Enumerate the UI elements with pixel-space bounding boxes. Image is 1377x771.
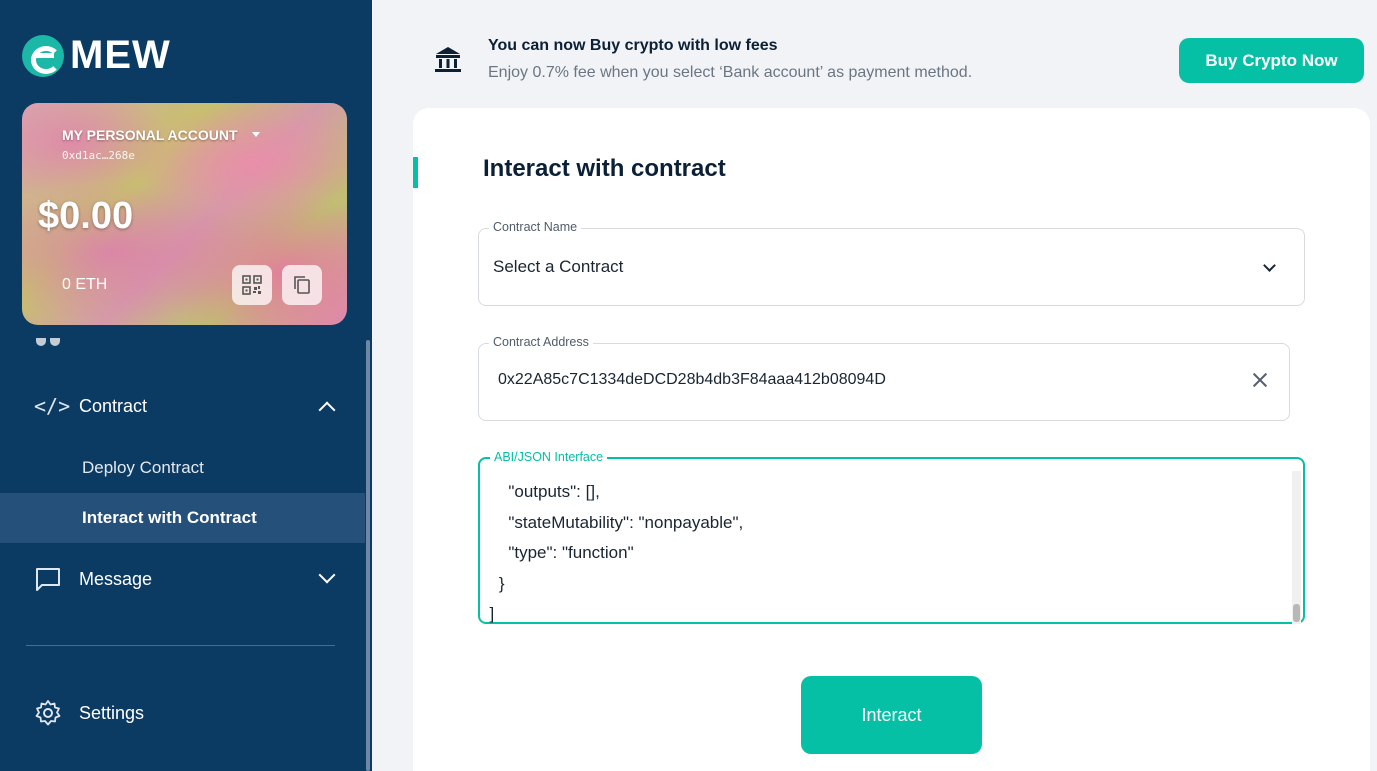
caret-down-icon[interactable]	[252, 132, 260, 137]
contract-address-field[interactable]: Contract Address	[478, 335, 1290, 421]
sidebar-item-label: Contract	[79, 395, 148, 416]
sidebar-item-contract[interactable]: </> Contract	[0, 382, 365, 430]
banner-subtitle: Enjoy 0.7% fee when you select ‘Bank acc…	[488, 64, 973, 81]
account-card: MY PERSONAL ACCOUNT 0xd1ac…268e $0.00 0 …	[22, 103, 347, 325]
account-address: 0xd1ac…268e	[62, 149, 135, 162]
copy-address-button[interactable]	[282, 265, 322, 305]
field-label: Contract Name	[489, 220, 582, 234]
hidden-nav-item-icon	[36, 333, 66, 346]
bank-icon	[435, 47, 461, 72]
sidebar-item-deploy-contract[interactable]: Deploy Contract	[0, 443, 365, 493]
contract-address-input[interactable]	[498, 371, 1218, 389]
page-title: Interact with contract	[483, 155, 726, 182]
close-icon[interactable]	[1251, 371, 1269, 389]
contract-name-select[interactable]: Contract Name Select a Contract	[478, 220, 1305, 306]
sidebar-item-label: Message	[79, 568, 153, 589]
chat-icon	[36, 568, 60, 591]
banner-title: You can now Buy crypto with low fees	[488, 37, 778, 54]
account-balance-usd: $0.00	[38, 195, 134, 237]
sidebar-item-label: Deploy Contract	[82, 458, 204, 477]
account-balance-eth: 0 ETH	[62, 276, 108, 293]
qr-code-icon	[242, 275, 262, 295]
abi-json-field[interactable]: ABI/JSON Interface "outputs": [], "state…	[478, 450, 1305, 624]
abi-scrollbar[interactable]	[1292, 471, 1301, 624]
mew-logo-icon	[22, 34, 64, 77]
scrollbar-thumb[interactable]	[1293, 604, 1300, 622]
sidebar-scrollbar[interactable]	[366, 340, 370, 771]
interact-button[interactable]: Interact	[801, 676, 982, 754]
field-label: ABI/JSON Interface	[490, 450, 608, 464]
sidebar-item-label: Interact with Contract	[82, 508, 257, 527]
code-icon: </>	[34, 394, 71, 418]
sidebar: MEW MY PERSONAL ACCOUNT 0xd1ac…268e $0.0…	[0, 0, 372, 771]
sidebar-item-settings[interactable]: Settings	[0, 690, 365, 736]
logo-text: MEW	[70, 33, 171, 77]
sidebar-divider	[26, 645, 335, 646]
sidebar-item-interact-contract[interactable]: Interact with Contract	[0, 493, 365, 543]
chevron-down-icon	[318, 566, 336, 584]
main-panel	[413, 108, 1370, 771]
sidebar-item-message[interactable]: Message	[0, 555, 365, 603]
qr-code-button[interactable]	[232, 265, 272, 305]
abi-json-textarea[interactable]: "outputs": [], "stateMutability": "nonpa…	[480, 477, 1290, 630]
sidebar-item-label: Settings	[79, 702, 145, 723]
chevron-down-icon[interactable]	[1263, 259, 1276, 272]
copy-icon	[294, 276, 310, 294]
buy-crypto-button[interactable]: Buy Crypto Now	[1179, 38, 1364, 83]
account-name[interactable]: MY PERSONAL ACCOUNT	[62, 127, 238, 143]
chevron-up-icon	[318, 401, 336, 419]
field-label: Contract Address	[489, 335, 593, 349]
contract-name-value[interactable]: Select a Contract	[493, 257, 623, 277]
mew-logo[interactable]: MEW	[22, 33, 171, 78]
gear-icon	[35, 700, 61, 726]
title-accent-bar	[413, 157, 418, 188]
